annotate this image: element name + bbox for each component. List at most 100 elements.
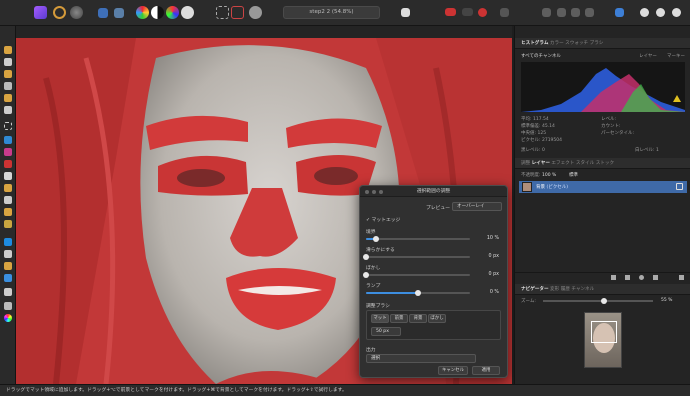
tab-history[interactable]: 履歴 xyxy=(561,287,570,292)
document-title[interactable]: step2 2 (54.8%) xyxy=(283,6,380,19)
border-slider[interactable] xyxy=(366,236,470,242)
layer-row[interactable]: 背景 (ピクセル) xyxy=(519,181,687,193)
pen-tool-icon[interactable] xyxy=(4,262,12,270)
auto-contrast-icon[interactable] xyxy=(151,6,164,19)
zoom-tool-icon[interactable] xyxy=(4,302,12,310)
view-tool-icon[interactable] xyxy=(4,58,12,66)
develop-persona-icon[interactable] xyxy=(70,6,83,19)
text-tool-icon[interactable] xyxy=(4,288,12,296)
add-group-icon[interactable] xyxy=(625,275,630,280)
blur-tool-icon[interactable] xyxy=(4,238,12,246)
preview-dropdown[interactable]: オーバーレイ xyxy=(452,202,502,211)
matte-edges-checkbox[interactable]: ✓ マットエッジ xyxy=(366,216,400,223)
move-tool-icon[interactable] xyxy=(4,46,12,54)
border-slider-knob[interactable] xyxy=(373,236,380,242)
apply-button[interactable]: 適用 xyxy=(472,366,500,375)
app-persona-icon[interactable] xyxy=(34,6,47,19)
mask-icon[interactable] xyxy=(639,275,644,280)
crop-tool-icon[interactable] xyxy=(4,82,12,90)
marquee-tool-icon[interactable] xyxy=(4,122,12,130)
freehand-select-icon[interactable] xyxy=(4,136,12,144)
export-persona-icon[interactable] xyxy=(114,8,124,18)
erase-tool-icon[interactable] xyxy=(4,172,12,180)
transform-icon[interactable] xyxy=(585,8,594,17)
clone-tool-icon[interactable] xyxy=(4,208,12,216)
tab-stock[interactable]: ストック xyxy=(596,161,614,166)
refine-icon[interactable] xyxy=(249,6,262,19)
zoom-button[interactable] xyxy=(379,189,383,194)
ramp-slider-knob[interactable] xyxy=(415,290,421,296)
channel-dropdown[interactable]: すべてのチャンネル xyxy=(521,53,561,59)
tab-channels[interactable]: チャンネル xyxy=(571,287,594,292)
pixel-tool-icon[interactable] xyxy=(4,160,12,168)
add-layer-icon[interactable] xyxy=(611,275,616,280)
fx-icon[interactable] xyxy=(653,275,658,280)
tab-swatches[interactable]: スウォッチ xyxy=(565,41,588,46)
tab-adjustments[interactable]: 調整 xyxy=(521,161,530,166)
paint-brush-tool-icon[interactable] xyxy=(4,148,12,156)
tab-color[interactable]: カラー xyxy=(550,41,564,46)
zoom-slider-knob[interactable] xyxy=(600,298,607,304)
feather-slider-knob[interactable] xyxy=(363,272,369,278)
tab-histogram[interactable]: ヒストグラム xyxy=(521,41,548,46)
smooth-slider-knob[interactable] xyxy=(363,254,369,260)
tab-brushes[interactable]: ブラシ xyxy=(590,41,604,46)
healing-tool-icon[interactable] xyxy=(4,220,12,228)
smooth-value[interactable]: 0 px xyxy=(489,254,499,259)
ramp-slider[interactable] xyxy=(366,290,470,296)
fill-tool-icon[interactable] xyxy=(4,184,12,192)
brush-mode-foreground[interactable]: 前景 xyxy=(390,314,408,323)
navigator-preview[interactable] xyxy=(584,312,622,368)
assistant-red-icon[interactable] xyxy=(445,8,456,16)
studio-toggle-icon[interactable] xyxy=(615,8,624,17)
liquify-persona-icon[interactable] xyxy=(53,6,66,19)
shape-tool-icon[interactable] xyxy=(4,274,12,282)
tab-effects[interactable]: エフェクト xyxy=(551,161,574,166)
border-value[interactable]: 10 % xyxy=(487,236,499,241)
zoom-slider[interactable] xyxy=(543,298,653,304)
smooth-slider[interactable] xyxy=(363,254,470,260)
view-mode-icon[interactable] xyxy=(401,8,410,17)
blend-mode-dropdown[interactable]: 標準 xyxy=(569,172,578,178)
account-icon[interactable] xyxy=(672,8,681,17)
brush-mode-matte[interactable]: マット xyxy=(371,314,389,323)
tab-styles[interactable]: スタイル xyxy=(576,161,594,166)
delete-layer-icon[interactable] xyxy=(679,275,684,280)
auto-white-balance-icon[interactable] xyxy=(181,6,194,19)
dodge-tool-icon[interactable] xyxy=(4,196,12,204)
ramp-value[interactable]: 0 % xyxy=(490,290,499,295)
brush-selection-tool-icon[interactable] xyxy=(4,94,12,102)
auto-levels-icon[interactable] xyxy=(136,6,149,19)
snapping-icon[interactable] xyxy=(462,8,473,16)
quick-mask-icon[interactable] xyxy=(231,6,244,19)
macro-icon[interactable] xyxy=(500,8,509,17)
align-icon[interactable] xyxy=(557,8,566,17)
brush-size-dropdown[interactable]: 50 px xyxy=(371,327,401,336)
tab-transform[interactable]: 変形 xyxy=(550,287,559,292)
opacity-value[interactable]: 100 % xyxy=(542,173,556,178)
zoom-value[interactable]: 55 % xyxy=(661,298,672,303)
marker-toggle[interactable]: マーキー xyxy=(667,53,685,59)
minimize-button[interactable] xyxy=(372,189,376,194)
cloud-icon[interactable] xyxy=(640,8,649,17)
tab-layers[interactable]: レイヤー xyxy=(532,161,550,166)
smudge-tool-icon[interactable] xyxy=(4,250,12,258)
share-icon[interactable] xyxy=(656,8,665,17)
brush-mode-blur[interactable]: ぼかし xyxy=(428,314,446,323)
layer-toggle[interactable]: レイヤー xyxy=(639,53,657,59)
color-picker-tool-icon[interactable] xyxy=(4,70,12,78)
arrange-icon[interactable] xyxy=(542,8,551,17)
auto-colors-icon[interactable] xyxy=(166,6,179,19)
navigator-view-rect[interactable] xyxy=(591,321,617,343)
cancel-button[interactable]: キャンセル xyxy=(438,366,468,375)
color-picker-icon[interactable] xyxy=(478,8,487,17)
tab-navigator[interactable]: ナビゲーター xyxy=(521,287,549,292)
layer-visibility-icon[interactable] xyxy=(676,183,683,190)
distribute-icon[interactable] xyxy=(571,8,580,17)
tone-mapping-persona-icon[interactable] xyxy=(98,8,108,18)
selection-mode-icon[interactable] xyxy=(216,6,229,19)
color-wheel-icon[interactable] xyxy=(4,314,12,322)
brush-mode-background[interactable]: 背景 xyxy=(409,314,427,323)
feather-value[interactable]: 0 px xyxy=(489,272,499,277)
feather-slider[interactable] xyxy=(363,272,470,278)
